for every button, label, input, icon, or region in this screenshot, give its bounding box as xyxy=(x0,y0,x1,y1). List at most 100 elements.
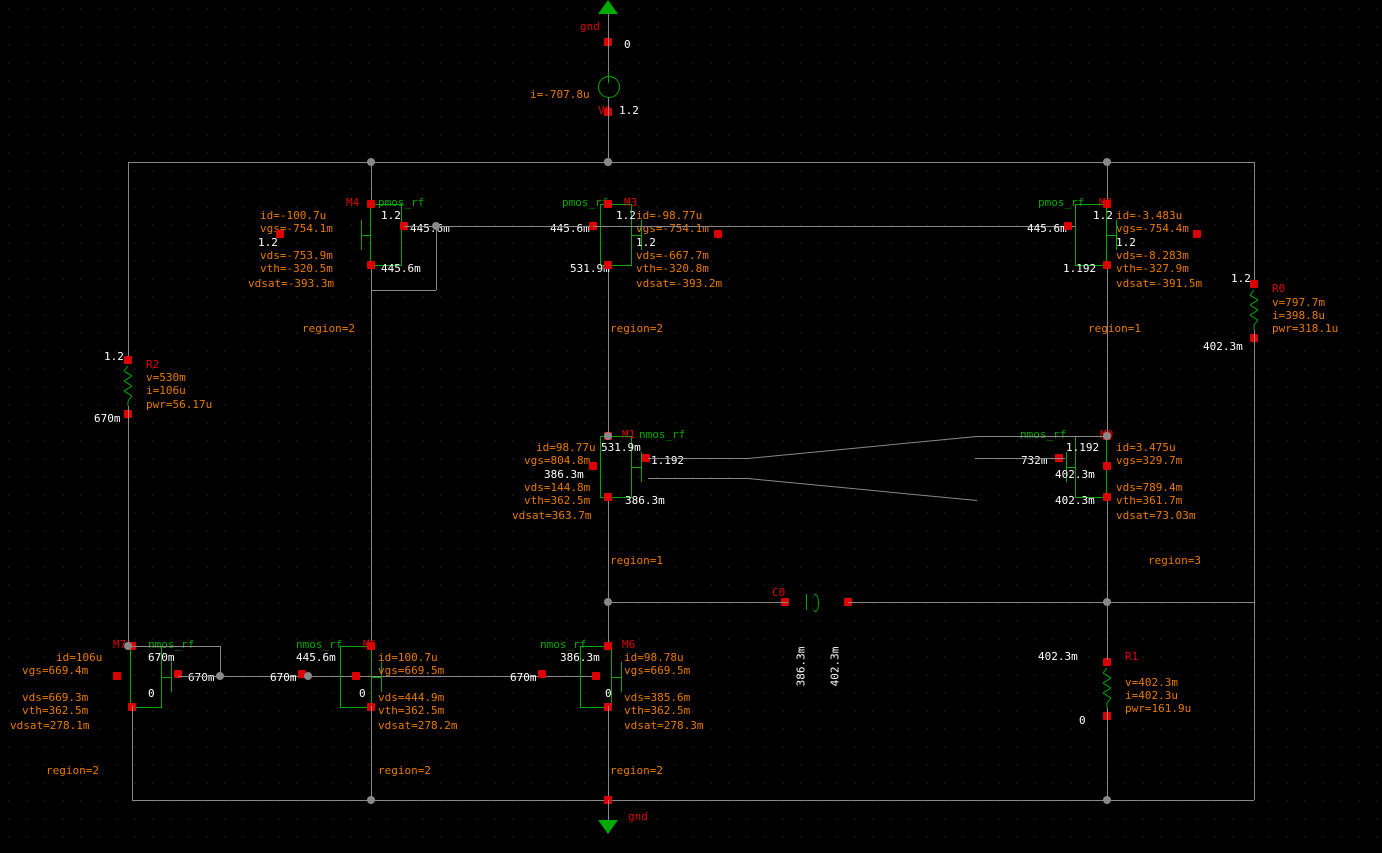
M3-type: pmos_rf xyxy=(562,196,608,209)
M6-type: nmos_rf xyxy=(540,638,586,651)
M1-name: M1 xyxy=(622,428,635,441)
M7-nD: 670m xyxy=(148,651,175,664)
M2-vdsat: vdsat=-391.5m xyxy=(1116,277,1202,290)
M6-name: M6 xyxy=(622,638,635,651)
M7-vgs: vgs=669.4m xyxy=(22,664,88,677)
M1-nD: 531.9m xyxy=(601,441,641,454)
M0-nG: 732m xyxy=(1021,454,1048,467)
M1-nB: 386.3m xyxy=(544,468,584,481)
M0-nB: 402.3m xyxy=(1055,468,1095,481)
ground-top-icon xyxy=(598,0,618,14)
M3-id: id=-98.77u xyxy=(636,209,702,222)
M6-nB: 0 xyxy=(605,687,612,700)
M0-id: id=3.475u xyxy=(1116,441,1176,454)
R1-top: 402.3m xyxy=(1038,650,1078,663)
gnd-top-val: 0 xyxy=(624,38,631,51)
M0-vth: vth=361.7m xyxy=(1116,494,1182,507)
R2-name: R2 xyxy=(146,358,159,371)
M1-vth: vth=362.5m xyxy=(524,494,590,507)
M5-id: id=100.7u xyxy=(378,651,438,664)
M0-region: region=3 xyxy=(1148,554,1201,567)
voltage-source-V0[interactable] xyxy=(598,76,620,98)
R0-pwr: pwr=318.1u xyxy=(1272,322,1338,335)
M2-vth: vth=-327.9m xyxy=(1116,262,1189,275)
M4-nS: 1.2 xyxy=(381,209,401,222)
M1-vds: vds=144.8m xyxy=(524,481,590,494)
M4-nD: 445.6m xyxy=(381,262,421,275)
M7-vth: vth=362.5m xyxy=(22,704,88,717)
M4-vgs: vgs=-754.1m xyxy=(260,222,333,235)
M5-nB: 0 xyxy=(359,687,366,700)
M1-vgs: vgs=804.8m xyxy=(524,454,590,467)
M2-vgs: vgs=-754.4m xyxy=(1116,222,1189,235)
M4-id: id=-100.7u xyxy=(260,209,326,222)
M0-nS: 402.3m xyxy=(1055,494,1095,507)
M6-vdsat: vdsat=278.3m xyxy=(624,719,703,732)
R1-v: v=402.3m xyxy=(1125,676,1178,689)
M5-vds: vds=444.9m xyxy=(378,691,444,704)
M7-region: region=2 xyxy=(46,764,99,777)
M0-vgs: vgs=329.7m xyxy=(1116,454,1182,467)
M5-vth: vth=362.5m xyxy=(378,704,444,717)
M5-vdsat: vdsat=278.2m xyxy=(378,719,457,732)
R0-i: i=398.8u xyxy=(1272,309,1325,322)
M7-nB: 0 xyxy=(148,687,155,700)
R0-name: R0 xyxy=(1272,282,1285,295)
R2-bot: 670m xyxy=(94,412,121,425)
M7-type: nmos_rf xyxy=(148,638,194,651)
M6-nD: 386.3m xyxy=(560,651,600,664)
M3-vgs: vgs=-754.1m xyxy=(636,222,709,235)
M5-vgs: vgs=669.5m xyxy=(378,664,444,677)
M4-vdsat: vdsat=-393.3m xyxy=(248,277,334,290)
M7-nG: 670m xyxy=(188,671,215,684)
M6-vth: vth=362.5m xyxy=(624,704,690,717)
C0-n1: 386.3m xyxy=(794,647,807,687)
M1-nG: 1.192 xyxy=(651,454,684,467)
M2-id: id=-3.483u xyxy=(1116,209,1182,222)
R1-pwr: pwr=161.9u xyxy=(1125,702,1191,715)
M2-nD: 1.192 xyxy=(1063,262,1096,275)
resistor-R0[interactable] xyxy=(1250,290,1258,330)
resistor-R2[interactable] xyxy=(124,366,132,406)
M3-vth: vth=-320.8m xyxy=(636,262,709,275)
M4-nG: 445.6m xyxy=(410,222,450,235)
M4-region: region=2 xyxy=(302,322,355,335)
R2-pwr: pwr=56.17u xyxy=(146,398,212,411)
M2-nS: 1.2 xyxy=(1093,209,1113,222)
M3-vdsat: vdsat=-393.2m xyxy=(636,277,722,290)
V0-current: i=-707.8u xyxy=(530,88,590,101)
M2-nG: 445.6m xyxy=(1027,222,1067,235)
M1-nS: 386.3m xyxy=(625,494,665,507)
R0-v: v=797.7m xyxy=(1272,296,1325,309)
ground-bottom-icon xyxy=(598,820,618,834)
M6-nG: 670m xyxy=(510,671,537,684)
resistor-R1[interactable] xyxy=(1103,668,1111,708)
M3-vds: vds=-667.7m xyxy=(636,249,709,262)
M5-region: region=2 xyxy=(378,764,431,777)
M4-vds: vds=-753.9m xyxy=(260,249,333,262)
M7-vdsat: vdsat=278.1m xyxy=(10,719,89,732)
M3-name: M3 xyxy=(624,196,637,209)
M1-vdsat: vdsat=363.7m xyxy=(512,509,591,522)
M4-type: pmos_rf xyxy=(378,196,424,209)
M3-nG: 445.6m xyxy=(550,222,590,235)
V0-voltage: 1.2 xyxy=(619,104,639,117)
M4-nB: 1.2 xyxy=(258,236,278,249)
M0-vdsat: vdsat=73.03m xyxy=(1116,509,1195,522)
R2-i: i=106u xyxy=(146,384,186,397)
R0-bot: 402.3m xyxy=(1203,340,1243,353)
gnd-top-label: gnd xyxy=(580,20,600,33)
R1-bot: 0 xyxy=(1079,714,1086,727)
M3-nS: 1.2 xyxy=(616,209,636,222)
M4-vth: vth=-320.5m xyxy=(260,262,333,275)
R0-top: 1.2 xyxy=(1231,272,1251,285)
M3-region: region=2 xyxy=(610,322,663,335)
M0-type: nmos_rf xyxy=(1020,428,1066,441)
M2-vds: vds=-8.283m xyxy=(1116,249,1189,262)
M1-region: region=1 xyxy=(610,554,663,567)
M7-vds: vds=669.3m xyxy=(22,691,88,704)
M5-nG: 670m xyxy=(270,671,297,684)
M5-nD: 445.6m xyxy=(296,651,336,664)
M6-id: id=98.78u xyxy=(624,651,684,664)
R1-name: R1 xyxy=(1125,650,1138,663)
